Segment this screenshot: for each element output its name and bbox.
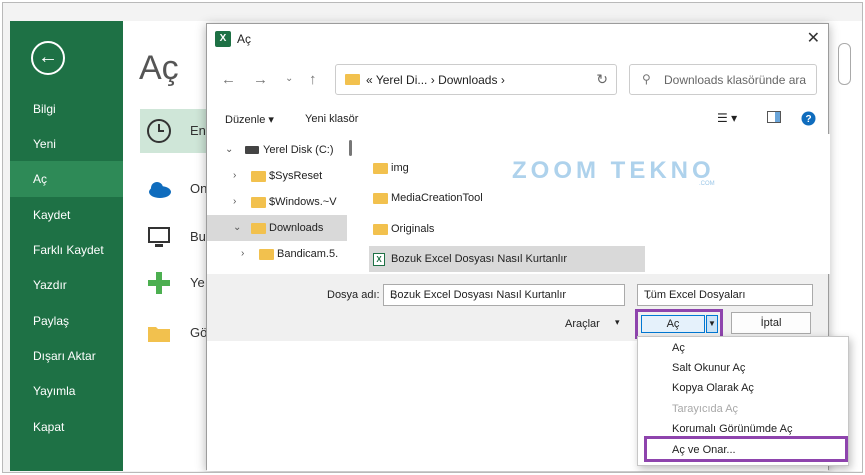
option-browse[interactable]: Gö [140, 311, 210, 355]
tree-item-windows-bt[interactable]: › $Windows.~V [207, 189, 347, 215]
address-bar[interactable]: « Yerel Di... › Downloads › ↻ [335, 64, 617, 95]
nav-item-print[interactable]: Yazdır [10, 267, 123, 303]
nav-item-publish[interactable]: Yayımla [10, 373, 123, 409]
view-options-icon[interactable]: ☰ ▾ [717, 111, 737, 125]
tree-item-sysreset[interactable]: › $SysReset [207, 163, 347, 189]
drive-icon [245, 146, 259, 154]
new-folder-button[interactable]: Yeni klasör [305, 113, 358, 125]
breadcrumb-prefix: « [366, 73, 373, 87]
page-scrollbar[interactable] [838, 43, 851, 85]
menu-item-open[interactable]: Aç [672, 342, 685, 354]
nav-item-save-as[interactable]: Farklı Kaydet [10, 232, 123, 268]
option-this-pc[interactable]: Bu [140, 215, 210, 259]
search-icon: ⚲ [642, 72, 651, 86]
option-recent[interactable]: En [140, 109, 210, 153]
cancel-button[interactable]: İptal [731, 312, 811, 334]
file-list: img MediaCreationTool Originals X Bozuk … [355, 134, 830, 274]
open-options-menu: Aç Salt Okunur Aç Kopya Olarak Aç Tarayı… [637, 336, 849, 466]
menu-item-open-read-only[interactable]: Salt Okunur Aç [672, 362, 745, 374]
chevron-right-icon: › [233, 196, 237, 207]
tree-item-downloads[interactable]: ⌄ Downloads [207, 215, 347, 241]
open-dropdown-arrow-icon[interactable]: ▼ [706, 315, 718, 333]
nav-item-open[interactable]: Aç [10, 161, 123, 197]
chevron-down-icon: ⌄ [390, 290, 400, 302]
open-button[interactable]: Aç [641, 315, 705, 333]
dialog-titlebar: X Aç ✕ [207, 24, 828, 54]
watermark-logo: ZOOM TEKNO [512, 157, 715, 184]
folder-icon [251, 171, 266, 182]
screenshot-frame: ← Bilgi Yeni Aç Kaydet Farklı Kaydet Yaz… [2, 2, 863, 473]
page-title: Aç [139, 49, 179, 87]
menu-item-open-as-copy[interactable]: Kopya Olarak Aç [672, 382, 754, 394]
this-pc-icon [146, 224, 172, 250]
search-box[interactable]: ⚲ Downloads klasöründe ara [629, 64, 817, 95]
recent-locations-chevron-icon[interactable]: ⌄ [285, 73, 293, 84]
breadcrumb-separator-icon: › [430, 73, 435, 87]
list-item-excel-file[interactable]: X Bozuk Excel Dosyası Nasıl Kurtanlır [369, 246, 645, 272]
breadcrumb-separator-icon: › [500, 73, 505, 87]
refresh-icon[interactable]: ↻ [596, 71, 608, 88]
folder-icon [373, 224, 388, 235]
chevron-down-icon: ⌄ [233, 222, 242, 233]
search-input[interactable]: Downloads klasöründe ara [664, 73, 806, 87]
excel-icon: X [215, 31, 231, 47]
add-place-icon [146, 270, 172, 296]
svg-text:?: ? [805, 114, 811, 125]
nav-item-save[interactable]: Kaydet [10, 197, 123, 233]
dialog-title: Aç [237, 32, 252, 46]
folder-icon [259, 249, 274, 260]
preview-pane-icon[interactable] [767, 111, 781, 126]
address-row: ← → ⌄ ↑ « Yerel Di... › Downloads › ↻ ⚲ … [207, 54, 828, 106]
onedrive-cloud-icon [146, 176, 172, 202]
folder-icon [251, 197, 266, 208]
close-icon[interactable]: ✕ [807, 28, 820, 48]
tree-scrollbar[interactable] [347, 134, 355, 274]
nav-item-info[interactable]: Bilgi [10, 91, 123, 127]
excel-file-icon: X [373, 253, 385, 266]
tree-item-bandicam[interactable]: › Bandicam.5. [207, 241, 347, 267]
chevron-down-icon[interactable]: ▾ [615, 317, 620, 328]
menu-item-open-in-browser: Tarayıcıda Aç [672, 403, 739, 415]
chevron-right-icon: › [233, 170, 237, 181]
filetype-select[interactable]: Tüm Excel Dosyaları ⌄ [637, 284, 813, 306]
forward-nav-icon[interactable]: → [253, 71, 268, 88]
back-nav-icon[interactable]: ← [221, 71, 236, 88]
breadcrumb-item[interactable]: Yerel Di... [376, 73, 428, 87]
tools-button[interactable]: Araçlar [565, 318, 600, 330]
repair-highlight [644, 436, 848, 462]
option-add-place[interactable]: Ye [140, 261, 210, 305]
chevron-down-icon: ⌄ [644, 290, 654, 302]
watermark-sub: .COM [699, 181, 715, 187]
backstage-nav: ← Bilgi Yeni Aç Kaydet Farklı Kaydet Yaz… [10, 21, 123, 471]
breadcrumb-item[interactable]: Downloads [438, 73, 497, 87]
folder-icon [373, 193, 388, 204]
tree-item-local-disk[interactable]: ⌄ Yerel Disk (C:) [207, 137, 347, 163]
navigation-tree: ⌄ Yerel Disk (C:) › $SysReset › $Windows… [207, 134, 347, 274]
folder-icon [373, 163, 388, 174]
chevron-down-icon: ⌄ [225, 144, 234, 155]
nav-item-export[interactable]: Dışarı Aktar [10, 338, 123, 374]
folder-icon [251, 223, 266, 234]
dialog-toolbar: Düzenle ▾ Yeni klasör ☰ ▾ ? [207, 106, 828, 134]
browse-folder-icon [146, 320, 172, 346]
menu-item-open-protected-view[interactable]: Korumalı Görünümde Aç [672, 423, 792, 435]
option-onedrive[interactable]: On [140, 167, 210, 211]
organize-button[interactable]: Düzenle ▾ [225, 113, 274, 126]
open-button-highlight: Aç ▼ [635, 309, 723, 339]
nav-item-share[interactable]: Paylaş [10, 303, 123, 339]
chevron-right-icon: › [241, 248, 245, 259]
up-nav-icon[interactable]: ↑ [309, 71, 317, 88]
filename-field[interactable]: Bozuk Excel Dosyası Nasıl Kurtanlır ⌄ [383, 284, 625, 306]
folder-icon [345, 74, 360, 85]
clock-icon [146, 118, 172, 144]
help-icon[interactable]: ? [801, 111, 816, 129]
back-arrow-icon[interactable]: ← [31, 41, 65, 75]
nav-item-close[interactable]: Kapat [10, 409, 123, 445]
nav-item-new[interactable]: Yeni [10, 126, 123, 162]
filename-label: Dosya adı: [327, 289, 380, 301]
